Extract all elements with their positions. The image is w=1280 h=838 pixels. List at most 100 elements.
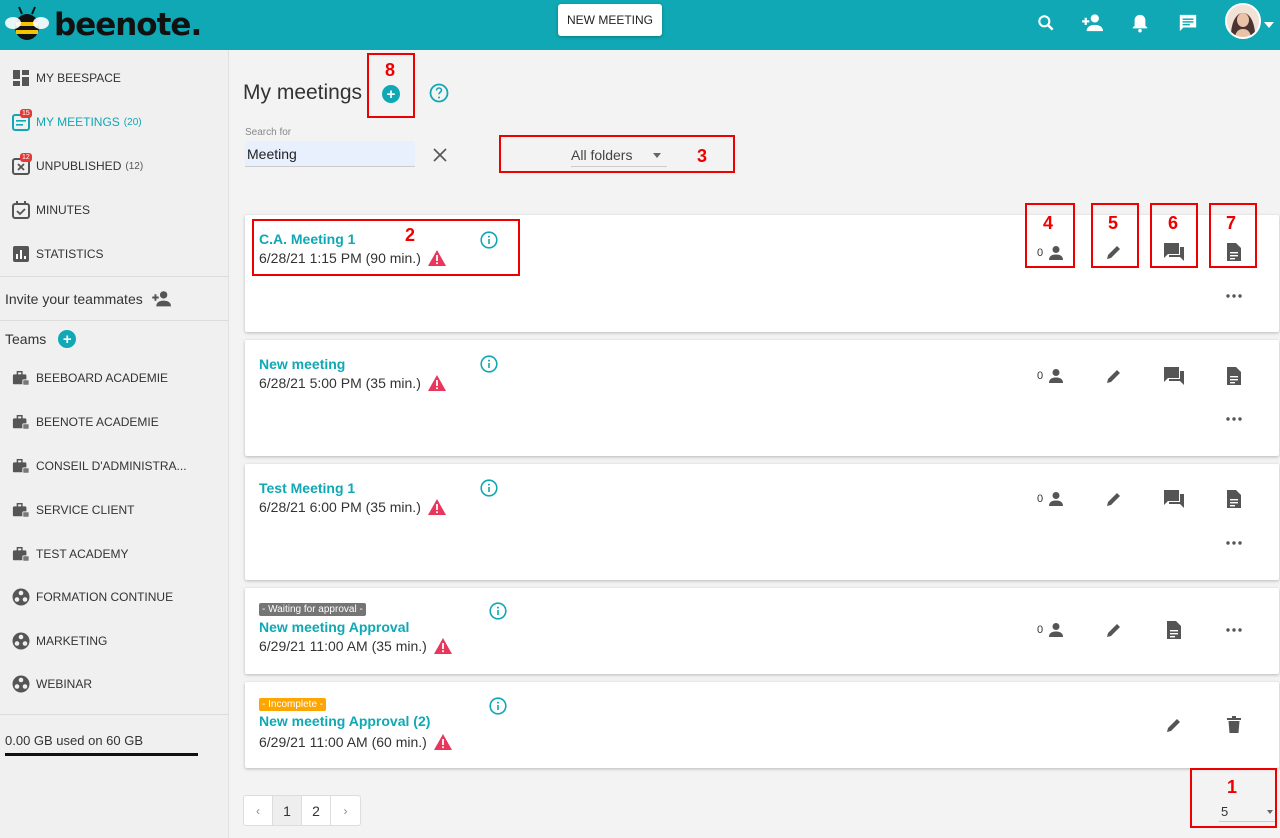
edit-icon[interactable] bbox=[1103, 488, 1125, 510]
messages-icon[interactable] bbox=[1175, 10, 1201, 36]
team-item-beenote-academie[interactable]: BEENOTE ACADEMIE bbox=[0, 400, 229, 444]
page-title: My meetings bbox=[243, 81, 363, 104]
attendees-count[interactable]: 0 bbox=[1037, 491, 1065, 507]
add-team-icon[interactable]: + bbox=[58, 330, 77, 348]
document-icon[interactable] bbox=[1223, 241, 1245, 263]
meeting-card[interactable]: C.A. Meeting 1 6/28/21 1:15 PM (90 min.)… bbox=[245, 215, 1279, 332]
new-meeting-button[interactable]: NEW MEETING bbox=[558, 4, 662, 36]
meeting-title[interactable]: New meeting Approval bbox=[259, 619, 409, 635]
divider bbox=[0, 320, 229, 321]
sidebar-item-label: MY MEETINGS bbox=[36, 115, 120, 129]
meeting-date-text: 6/29/21 11:00 AM (35 min.) bbox=[259, 638, 427, 654]
notifications-icon[interactable] bbox=[1127, 10, 1153, 36]
more-options-icon[interactable] bbox=[1223, 532, 1245, 554]
unread-badge: 15 bbox=[20, 109, 32, 118]
team-lock-icon bbox=[12, 457, 30, 475]
team-item-service-client[interactable]: SERVICE CLIENT bbox=[0, 488, 229, 532]
items-per-page-select[interactable]: 5 bbox=[1219, 802, 1275, 822]
attendees-count[interactable]: 0 bbox=[1037, 368, 1065, 384]
info-icon[interactable] bbox=[480, 479, 498, 497]
team-item-beeboard-academie[interactable]: BEEBOARD ACADEMIE bbox=[0, 356, 229, 400]
search-icon[interactable] bbox=[1033, 10, 1059, 36]
callout-number: 2 bbox=[405, 225, 416, 245]
item-count: (12) bbox=[125, 160, 144, 172]
callout-number: 5 bbox=[1108, 213, 1119, 233]
edit-icon[interactable] bbox=[1103, 241, 1125, 263]
team-item-conseil-administration[interactable]: CONSEIL D'ADMINISTRA... bbox=[0, 444, 229, 488]
warning-icon bbox=[427, 499, 446, 515]
attendees-number: 0 bbox=[1037, 370, 1044, 382]
bar-chart-icon bbox=[12, 245, 30, 263]
team-item-formation-continue[interactable]: FORMATION CONTINUE bbox=[0, 575, 229, 619]
trash-icon[interactable] bbox=[1223, 714, 1245, 736]
meeting-title[interactable]: New meeting Approval (2) bbox=[259, 713, 430, 729]
meeting-card[interactable]: New meeting 6/28/21 5:00 PM (35 min.) 0 bbox=[245, 340, 1279, 456]
edit-icon[interactable] bbox=[1103, 365, 1125, 387]
page-button[interactable]: 2 bbox=[302, 796, 331, 825]
meeting-card[interactable]: - Waiting for approval - New meeting App… bbox=[245, 588, 1279, 674]
sidebar-item-minutes[interactable]: MINUTES bbox=[0, 188, 229, 232]
prev-page-button[interactable]: ‹ bbox=[244, 796, 273, 825]
next-page-button[interactable]: › bbox=[331, 796, 360, 825]
page-button[interactable]: 1 bbox=[273, 796, 302, 825]
edit-icon[interactable] bbox=[1163, 714, 1185, 736]
meeting-title[interactable]: C.A. Meeting 1 bbox=[259, 231, 355, 247]
logo-text: beenote. bbox=[54, 7, 202, 43]
comments-icon[interactable] bbox=[1163, 365, 1185, 387]
avatar-dropdown-icon[interactable] bbox=[1262, 12, 1276, 38]
callout-number: 8 bbox=[385, 60, 396, 80]
callout-number: 4 bbox=[1043, 213, 1054, 233]
invite-teammates[interactable]: Invite your teammates bbox=[5, 290, 173, 308]
document-icon[interactable] bbox=[1223, 488, 1245, 510]
pagination: ‹ 1 2 › bbox=[243, 795, 361, 826]
attendees-count[interactable]: 0 bbox=[1037, 622, 1065, 638]
top-bar: beenote. NEW MEETING bbox=[0, 0, 1280, 50]
comments-icon[interactable] bbox=[1163, 488, 1185, 510]
meeting-card[interactable]: Test Meeting 1 6/28/21 6:00 PM (35 min.)… bbox=[245, 464, 1279, 580]
add-user-icon[interactable] bbox=[1080, 10, 1106, 36]
warning-icon bbox=[427, 375, 446, 391]
chevron-down-icon bbox=[653, 153, 661, 158]
team-lock-icon bbox=[12, 369, 30, 387]
team-item-test-academy[interactable]: TEST ACADEMY bbox=[0, 532, 229, 576]
sidebar-item-my-beespace[interactable]: MY BEESPACE bbox=[0, 56, 229, 100]
meeting-title[interactable]: New meeting bbox=[259, 356, 345, 372]
help-icon[interactable] bbox=[429, 83, 449, 103]
info-icon[interactable] bbox=[480, 231, 498, 249]
callout-number: 1 bbox=[1227, 777, 1238, 797]
edit-icon[interactable] bbox=[1103, 619, 1125, 641]
comments-icon[interactable] bbox=[1163, 241, 1185, 263]
attendees-count[interactable]: 0 bbox=[1037, 245, 1065, 261]
sidebar-item-my-meetings[interactable]: 15 MY MEETINGS (20) bbox=[0, 100, 229, 144]
sidebar-item-unpublished[interactable]: 12 UNPUBLISHED (12) bbox=[0, 144, 229, 188]
attendees-number: 0 bbox=[1037, 624, 1044, 636]
logo[interactable]: beenote. bbox=[4, 4, 202, 46]
meeting-date-text: 6/28/21 6:00 PM (35 min.) bbox=[259, 499, 421, 515]
team-label: SERVICE CLIENT bbox=[36, 503, 135, 517]
sidebar-item-label: MINUTES bbox=[36, 203, 90, 217]
bee-icon bbox=[5, 6, 49, 40]
meeting-date: 6/29/21 11:00 AM (35 min.) bbox=[259, 637, 453, 655]
more-options-icon[interactable] bbox=[1223, 408, 1245, 430]
more-options-icon[interactable] bbox=[1223, 619, 1245, 641]
search-label: Search for bbox=[245, 127, 292, 138]
team-item-marketing[interactable]: MARKETING bbox=[0, 619, 229, 663]
meeting-card[interactable]: - Incomplete - New meeting Approval (2) … bbox=[245, 682, 1279, 768]
sidebar-item-statistics[interactable]: STATISTICS bbox=[0, 232, 229, 276]
more-options-icon[interactable] bbox=[1223, 285, 1245, 307]
team-item-webinar[interactable]: WEBINAR bbox=[0, 662, 229, 706]
info-icon[interactable] bbox=[480, 355, 498, 373]
info-icon[interactable] bbox=[489, 602, 507, 620]
items-per-page-value: 5 bbox=[1221, 804, 1229, 819]
meeting-title[interactable]: Test Meeting 1 bbox=[259, 480, 355, 496]
document-icon[interactable] bbox=[1163, 619, 1185, 641]
search-input[interactable] bbox=[245, 141, 415, 167]
avatar[interactable] bbox=[1225, 3, 1261, 39]
divider bbox=[0, 276, 229, 277]
meeting-date-text: 6/28/21 5:00 PM (35 min.) bbox=[259, 375, 421, 391]
document-icon[interactable] bbox=[1223, 365, 1245, 387]
add-meeting-icon[interactable]: + bbox=[382, 85, 400, 103]
clear-search-icon[interactable] bbox=[431, 146, 449, 164]
info-icon[interactable] bbox=[489, 697, 507, 715]
folder-filter-select[interactable]: All folders bbox=[571, 145, 667, 167]
